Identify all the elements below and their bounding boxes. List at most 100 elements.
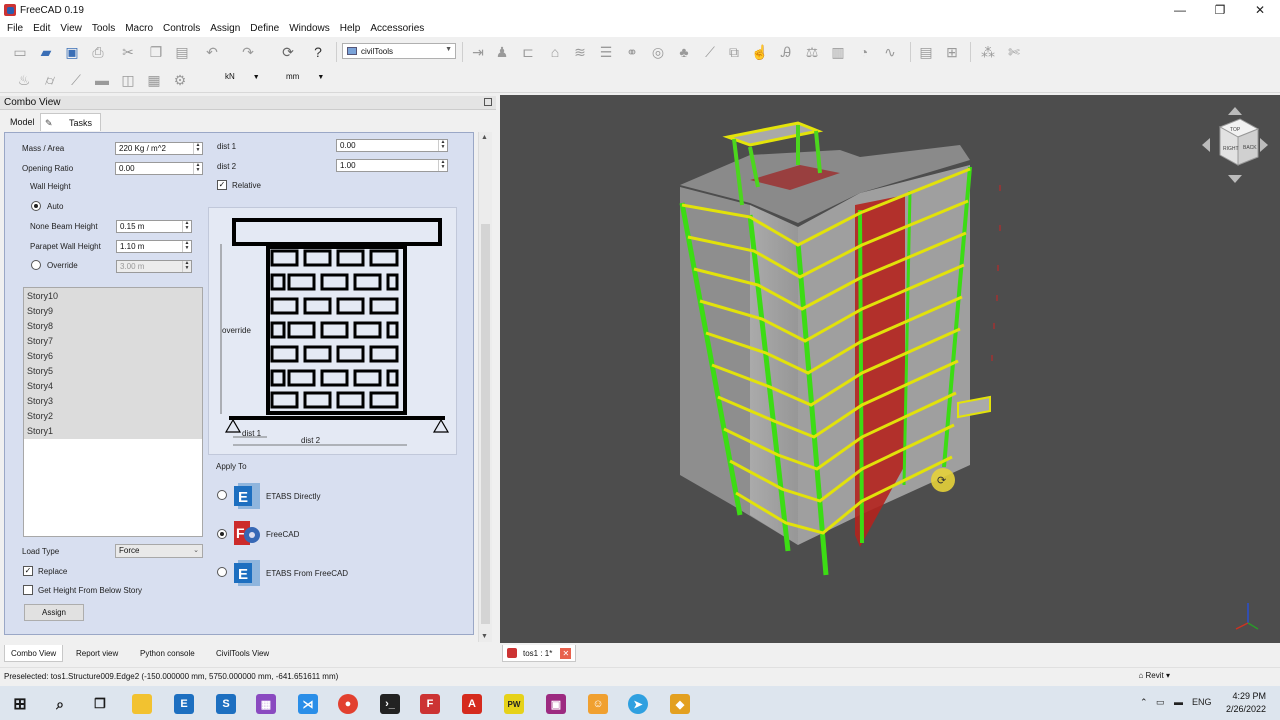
- task-scrollbar[interactable]: ▲ ▼: [478, 132, 492, 642]
- battery-icon[interactable]: ▬: [1174, 697, 1183, 707]
- list-item[interactable]: Story2: [27, 411, 53, 421]
- get-height-checkbox[interactable]: [23, 585, 33, 595]
- workbench-selector[interactable]: civilTools ▼: [342, 43, 456, 59]
- gauge-icon[interactable]: ◔: [854, 42, 874, 62]
- arrow-icon[interactable]: ⇥: [468, 42, 488, 62]
- length-unit-dropdown[interactable]: mm ▼: [286, 72, 324, 81]
- relative-checkbox[interactable]: ✓: [217, 180, 227, 190]
- 3d-viewport[interactable]: ⟳ TOP RIGHT BACK: [500, 95, 1280, 643]
- app2-icon[interactable]: ▣: [546, 694, 566, 714]
- user-icon[interactable]: ☺: [588, 694, 608, 714]
- cylinder-icon[interactable]: ⌭: [40, 70, 60, 90]
- tab-tasks[interactable]: ✎ Tasks: [40, 113, 102, 131]
- redo-icon[interactable]: ↷: [238, 42, 258, 62]
- chart-icon[interactable]: ▥: [828, 42, 848, 62]
- grid-icon[interactable]: ⊞: [942, 42, 962, 62]
- parapet-wall-height-input[interactable]: 1.10 m ▲ ▼: [116, 240, 192, 253]
- tab-model[interactable]: Model: [2, 113, 43, 131]
- freecad-icon[interactable]: F: [420, 694, 440, 714]
- copy-icon[interactable]: ❐: [146, 42, 166, 62]
- mass-input[interactable]: 220 Kg / m^2 ▲ ▼: [115, 142, 203, 155]
- spring-icon[interactable]: ≋: [570, 42, 590, 62]
- chevron-up-icon[interactable]: ⌃: [1140, 697, 1148, 708]
- scissors-icon[interactable]: ✄: [1004, 42, 1024, 62]
- node-icon[interactable]: ⁂: [978, 42, 998, 62]
- shape-icon[interactable]: ⌂: [545, 42, 565, 62]
- auto-radio[interactable]: [31, 201, 41, 211]
- etabs-directly-radio[interactable]: [217, 490, 227, 500]
- story-list[interactable]: Story10 Story9 Story8 Story7 Story6 Stor…: [23, 287, 203, 537]
- list-item[interactable]: Story5: [27, 366, 53, 376]
- none-beam-height-input[interactable]: 0.15 m ▲ ▼: [116, 220, 192, 233]
- assign-button[interactable]: Assign: [24, 604, 84, 621]
- vscode-icon[interactable]: ⋊: [298, 694, 318, 714]
- list-item[interactable]: Story6: [27, 351, 53, 361]
- chevron-down-icon[interactable]: ▼: [481, 633, 488, 640]
- etabs-icon[interactable]: E: [174, 694, 194, 714]
- piping-icon[interactable]: ⧉: [724, 42, 744, 62]
- tab-civiltools-view[interactable]: CivilTools View: [210, 645, 275, 662]
- menu-help[interactable]: Help: [335, 23, 366, 34]
- minimize-button[interactable]: —: [1160, 0, 1200, 20]
- list-item[interactable]: Story9: [27, 306, 53, 316]
- replace-checkbox[interactable]: ✓: [23, 566, 33, 576]
- close-button[interactable]: ✕: [1240, 0, 1280, 20]
- spiral-icon[interactable]: ◎: [648, 42, 668, 62]
- undo-icon[interactable]: ↶: [202, 42, 222, 62]
- menu-assign[interactable]: Assign: [205, 23, 245, 34]
- clock[interactable]: 4:29 PM 2/26/2022: [1226, 690, 1266, 716]
- wall-icon[interactable]: ♨: [14, 70, 34, 90]
- windows-icon[interactable]: ⊞: [10, 694, 30, 714]
- list-item[interactable]: Story10: [27, 291, 58, 301]
- refresh-icon[interactable]: ⟳: [278, 42, 298, 62]
- list-item[interactable]: Story7: [27, 336, 53, 346]
- menu-define[interactable]: Define: [245, 23, 284, 34]
- override-radio[interactable]: [31, 260, 41, 270]
- chevron-up-icon[interactable]: ▲: [481, 134, 488, 141]
- cut-icon[interactable]: ✂: [118, 42, 138, 62]
- frame-icon[interactable]: ◫: [118, 70, 138, 90]
- menu-controls[interactable]: Controls: [158, 23, 205, 34]
- load-type-select[interactable]: Force ⌄: [115, 544, 203, 558]
- document-tab[interactable]: tos1 : 1* ✕: [502, 645, 577, 662]
- paste-icon[interactable]: ▤: [172, 42, 192, 62]
- terminal-icon[interactable]: ›_: [380, 694, 400, 714]
- symbol-icon[interactable]: Ꭿ: [776, 42, 796, 62]
- tab-python-console[interactable]: Python console: [134, 645, 201, 662]
- column-icon[interactable]: ▬: [92, 70, 112, 90]
- acrobat-icon[interactable]: A: [462, 694, 482, 714]
- pw-icon[interactable]: PW: [504, 694, 524, 714]
- etabs-from-freecad-radio[interactable]: [217, 567, 227, 577]
- menu-file[interactable]: File: [2, 23, 28, 34]
- list-item[interactable]: Story1: [27, 426, 53, 436]
- menu-macro[interactable]: Macro: [120, 23, 158, 34]
- list-item[interactable]: Story8: [27, 321, 53, 331]
- task-view-icon[interactable]: ❐: [90, 694, 110, 714]
- list-item[interactable]: Story3: [27, 396, 53, 406]
- menu-edit[interactable]: Edit: [28, 23, 55, 34]
- app3-icon[interactable]: ◆: [670, 694, 690, 714]
- safe-icon[interactable]: S: [216, 694, 236, 714]
- tab-combo-view[interactable]: Combo View: [4, 645, 64, 662]
- whats-this-icon[interactable]: ?: [308, 42, 328, 62]
- beam-icon[interactable]: ⟋: [66, 70, 86, 90]
- menu-accessories[interactable]: Accessories: [365, 23, 429, 34]
- opening-ratio-input[interactable]: 0.00 ▲ ▼: [115, 162, 203, 175]
- print-icon[interactable]: ⎙: [88, 42, 108, 62]
- menu-windows[interactable]: Windows: [284, 23, 335, 34]
- file-explorer-icon[interactable]: [132, 694, 152, 714]
- language-indicator[interactable]: ENG: [1192, 697, 1212, 707]
- menu-tools[interactable]: Tools: [87, 23, 120, 34]
- navigation-style-selector[interactable]: ⌂ Revit ▾: [1138, 671, 1170, 680]
- waveform-icon[interactable]: ∿: [880, 42, 900, 62]
- people-icon[interactable]: ♟: [492, 42, 512, 62]
- menu-view[interactable]: View: [55, 23, 87, 34]
- settings-icon[interactable]: ⚙: [170, 70, 190, 90]
- undock-icon[interactable]: [484, 98, 492, 106]
- tree-icon[interactable]: ♣: [674, 42, 694, 62]
- list-icon[interactable]: ▤: [916, 42, 936, 62]
- new-icon[interactable]: ▭: [10, 42, 30, 62]
- tab-report-view[interactable]: Report view: [70, 645, 124, 662]
- freecad-radio[interactable]: [217, 529, 227, 539]
- dist2-input[interactable]: 1.00 ▲ ▼: [336, 159, 448, 172]
